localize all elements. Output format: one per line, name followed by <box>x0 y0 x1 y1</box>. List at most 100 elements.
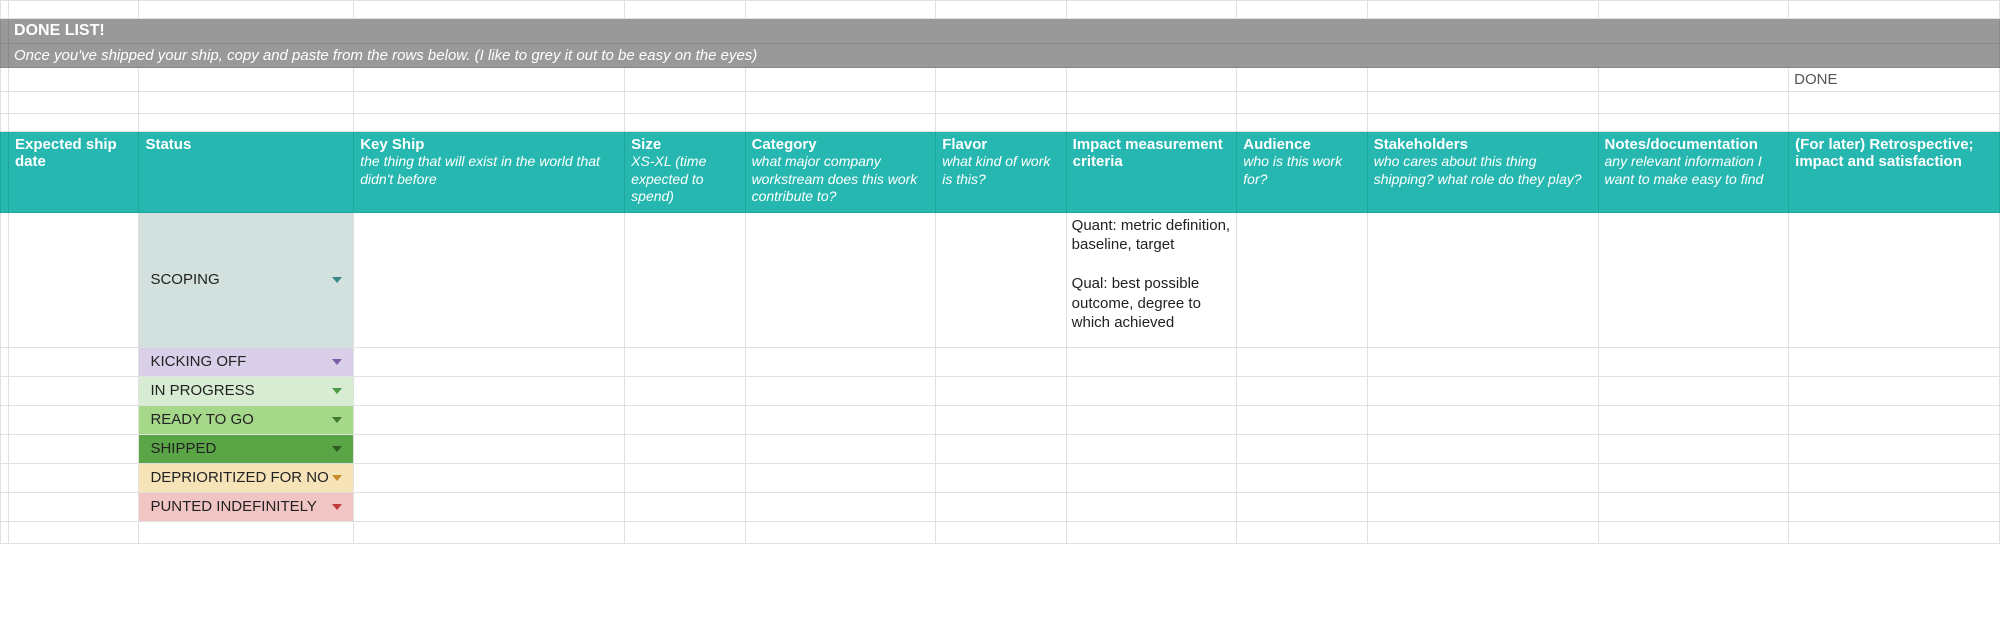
cell[interactable] <box>625 347 745 376</box>
cell-flavor[interactable] <box>936 212 1066 347</box>
cell[interactable] <box>354 347 625 376</box>
header-flavor[interactable]: Flavor what kind of work is this? <box>936 132 1066 213</box>
header-expected-ship-date[interactable]: Expected ship date <box>9 132 139 213</box>
cell[interactable] <box>1598 463 1789 492</box>
cell[interactable] <box>1367 434 1598 463</box>
cell-expected-ship-date[interactable] <box>9 347 139 376</box>
status-dropdown[interactable]: IN PROGRESS <box>139 376 354 405</box>
cell-audience[interactable] <box>1237 212 1367 347</box>
cell-retro[interactable] <box>1789 212 2000 347</box>
cell[interactable] <box>354 405 625 434</box>
cell[interactable] <box>354 376 625 405</box>
cell[interactable] <box>745 347 936 376</box>
cell-expected-ship-date[interactable] <box>9 434 139 463</box>
chevron-down-icon <box>332 475 342 481</box>
cell[interactable] <box>1367 492 1598 521</box>
table-row: DEPRIORITIZED FOR NO <box>1 463 2000 492</box>
column-headers-row: Expected ship date Status Key Ship the t… <box>1 132 2000 213</box>
cell[interactable] <box>745 492 936 521</box>
cell[interactable] <box>1789 347 2000 376</box>
cell[interactable] <box>354 492 625 521</box>
cell[interactable] <box>1237 492 1367 521</box>
cell-notes[interactable] <box>1598 212 1789 347</box>
cell-size[interactable] <box>625 212 745 347</box>
header-stakeholders[interactable]: Stakeholders who cares about this thing … <box>1367 132 1598 213</box>
cell[interactable] <box>1598 434 1789 463</box>
cell[interactable] <box>354 434 625 463</box>
status-dropdown[interactable]: KICKING OFF <box>139 347 354 376</box>
cell[interactable] <box>354 463 625 492</box>
cell[interactable] <box>1598 492 1789 521</box>
chevron-down-icon <box>332 277 342 283</box>
cell[interactable] <box>1598 376 1789 405</box>
cell[interactable] <box>1237 347 1367 376</box>
cell[interactable] <box>745 434 936 463</box>
header-audience[interactable]: Audience who is this work for? <box>1237 132 1367 213</box>
status-dropdown[interactable]: READY TO GO <box>139 405 354 434</box>
cell-impact-hint[interactable]: Quant: metric definition, baseline, targ… <box>1066 212 1237 347</box>
cell[interactable] <box>1367 347 1598 376</box>
cell[interactable] <box>1237 434 1367 463</box>
status-dropdown[interactable]: PUNTED INDEFINITELY <box>139 492 354 521</box>
table-row: IN PROGRESS <box>1 376 2000 405</box>
cell-stakeholders[interactable] <box>1367 212 1598 347</box>
cell[interactable] <box>625 434 745 463</box>
cell[interactable] <box>1237 463 1367 492</box>
cell-expected-ship-date[interactable] <box>9 376 139 405</box>
cell[interactable] <box>1367 405 1598 434</box>
cell[interactable] <box>1789 434 2000 463</box>
cell[interactable] <box>1789 376 2000 405</box>
table-row: SCOPING Quant: metric definition, baseli… <box>1 212 2000 347</box>
cell[interactable] <box>1066 405 1237 434</box>
cell[interactable] <box>745 376 936 405</box>
header-key-ship[interactable]: Key Ship the thing that will exist in th… <box>354 132 625 213</box>
cell-expected-ship-date[interactable] <box>9 212 139 347</box>
done-label-cell[interactable]: DONE <box>1789 68 2000 92</box>
header-retro[interactable]: (For later) Retrospective; impact and sa… <box>1789 132 2000 213</box>
cell-expected-ship-date[interactable] <box>9 463 139 492</box>
header-impact[interactable]: Impact measurement criteria <box>1066 132 1237 213</box>
header-category[interactable]: Category what major company workstream d… <box>745 132 936 213</box>
cell[interactable] <box>745 405 936 434</box>
cell[interactable] <box>1066 434 1237 463</box>
cell[interactable] <box>936 347 1066 376</box>
cell[interactable] <box>936 434 1066 463</box>
cell-key-ship[interactable] <box>354 212 625 347</box>
cell[interactable] <box>936 376 1066 405</box>
header-status[interactable]: Status <box>139 132 354 213</box>
chevron-down-icon <box>332 359 342 365</box>
cell[interactable] <box>1066 492 1237 521</box>
cell[interactable] <box>1789 405 2000 434</box>
header-notes[interactable]: Notes/documentation any relevant informa… <box>1598 132 1789 213</box>
cell[interactable] <box>625 405 745 434</box>
spreadsheet-grid[interactable]: DONE LIST! Once you've shipped your ship… <box>0 0 2000 544</box>
cell-category[interactable] <box>745 212 936 347</box>
cell[interactable] <box>625 463 745 492</box>
cell-expected-ship-date[interactable] <box>9 405 139 434</box>
cell[interactable] <box>1598 347 1789 376</box>
table-row: READY TO GO <box>1 405 2000 434</box>
cell[interactable] <box>1367 376 1598 405</box>
cell[interactable] <box>1066 347 1237 376</box>
cell[interactable] <box>1789 492 2000 521</box>
cell[interactable] <box>1066 463 1237 492</box>
cell[interactable] <box>625 492 745 521</box>
status-dropdown[interactable]: DEPRIORITIZED FOR NO <box>139 463 354 492</box>
cell[interactable] <box>1237 405 1367 434</box>
cell[interactable] <box>1789 463 2000 492</box>
cell-expected-ship-date[interactable] <box>9 492 139 521</box>
cell[interactable] <box>1066 376 1237 405</box>
cell[interactable] <box>625 376 745 405</box>
cell[interactable] <box>1237 376 1367 405</box>
cell[interactable] <box>1598 405 1789 434</box>
cell[interactable] <box>745 463 936 492</box>
header-size[interactable]: Size XS-XL (time expected to spend) <box>625 132 745 213</box>
status-dropdown[interactable]: SHIPPED <box>139 434 354 463</box>
cell[interactable] <box>936 405 1066 434</box>
status-label: PUNTED INDEFINITELY <box>150 498 316 515</box>
status-dropdown-scoping[interactable]: SCOPING <box>139 212 354 347</box>
cell[interactable] <box>936 492 1066 521</box>
status-label: DEPRIORITIZED FOR NO <box>150 469 328 486</box>
cell[interactable] <box>936 463 1066 492</box>
cell[interactable] <box>1367 463 1598 492</box>
